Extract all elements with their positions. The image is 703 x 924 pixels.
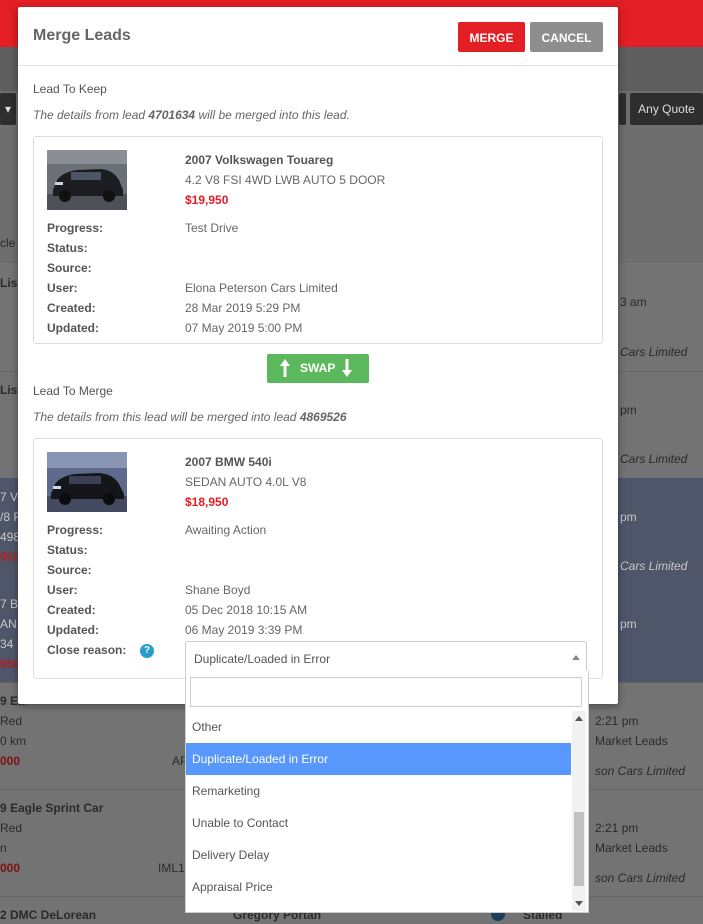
bg-fragment: Cars Limited	[620, 452, 688, 466]
lead-to-keep-card: 2007 Volkswagen Touareg 4.2 V8 FSI 4WD L…	[33, 136, 603, 344]
user-label: User:	[47, 583, 78, 597]
lead-to-merge-card: 2007 BMW 540i SEDAN AUTO 4.0L V8 $18,950…	[33, 438, 603, 679]
scroll-down-icon[interactable]	[575, 901, 583, 906]
scroll-up-icon[interactable]	[575, 716, 583, 721]
car-title: 2007 BMW 540i	[185, 455, 272, 469]
source-label: Source:	[47, 563, 92, 577]
dropdown-option[interactable]: Remarketing	[186, 775, 571, 807]
bg-fragment: AN	[0, 617, 17, 631]
bg-fragment: cle	[0, 236, 16, 250]
bg-fragment: pm	[620, 617, 637, 631]
any-quote-button[interactable]: Any Quote	[630, 93, 703, 125]
arrow-up-icon	[280, 359, 290, 377]
swap-button[interactable]: SWAP	[267, 354, 369, 383]
status-label: Status:	[47, 241, 88, 255]
created-value: 28 Mar 2019 5:29 PM	[185, 301, 301, 315]
dropdown-option[interactable]: Other	[186, 711, 571, 743]
status-label: Status:	[47, 543, 88, 557]
bg-fragment: Market Leads	[595, 734, 668, 748]
progress-value: Awaiting Action	[185, 523, 267, 537]
merge-button[interactable]: MERGE	[458, 22, 525, 52]
bg-fragment: pm	[620, 403, 637, 417]
dropdown-toggle-button[interactable]: ▾	[0, 93, 16, 125]
dropdown-option[interactable]: Appraisal Price	[186, 871, 571, 903]
bg-fragment: 2:21 pm	[595, 714, 639, 728]
user-value: Elona Peterson Cars Limited	[185, 281, 338, 295]
dropdown-scrollbar[interactable]	[572, 711, 586, 911]
swap-label: SWAP	[300, 361, 336, 375]
car-price: $18,950	[185, 495, 229, 509]
lead-to-merge-description: The details from this lead will be merge…	[33, 410, 347, 424]
created-label: Created:	[47, 301, 96, 315]
bg-fragment: Market Leads	[595, 841, 668, 855]
created-label: Created:	[47, 603, 96, 617]
dropdown-option[interactable]: Delivery Delay	[186, 839, 571, 871]
divider	[18, 65, 618, 66]
bg-fragment: Red	[0, 714, 23, 728]
bg-fragment: son Cars Limited	[595, 764, 686, 778]
bg-fragment: Cars Limited	[620, 559, 688, 573]
close-reason-label: Close reason:	[47, 643, 127, 657]
source-label: Source:	[47, 261, 92, 275]
bg-fragment: 2 DMC DeLorean	[0, 908, 97, 922]
car-title: 2007 Volkswagen Touareg	[185, 153, 334, 167]
progress-label: Progress:	[47, 523, 104, 537]
updated-value: 06 May 2019 3:39 PM	[185, 623, 303, 637]
user-label: User:	[47, 281, 78, 295]
dropdown-search-input[interactable]	[190, 677, 582, 707]
dropdown-option[interactable]: Unable to Contact	[186, 807, 571, 839]
car-thumbnail	[47, 452, 127, 512]
bg-fragment: 0 km	[0, 734, 27, 748]
bg-fragment: pm	[620, 510, 637, 524]
caret-up-icon	[572, 655, 580, 660]
arrow-down-icon	[342, 359, 352, 377]
help-icon[interactable]: ?	[140, 644, 154, 658]
bg-fragment: IML1	[158, 861, 185, 875]
bg-fragment: 34	[0, 637, 14, 651]
progress-value: Test Drive	[185, 221, 239, 235]
progress-label: Progress:	[47, 221, 104, 235]
bg-fragment: Cars Limited	[620, 345, 688, 359]
modal-title: Merge Leads	[33, 27, 131, 44]
bg-fragment: 7 V	[0, 490, 19, 504]
close-reason-dropdown: Other Duplicate/Loaded in Error Remarket…	[185, 671, 589, 913]
updated-label: Updated:	[47, 623, 99, 637]
bg-fragment: 000	[0, 754, 21, 768]
close-reason-value: Duplicate/Loaded in Error	[194, 652, 331, 666]
dropdown-option-highlighted[interactable]: Duplicate/Loaded in Error	[186, 743, 571, 775]
bg-fragment: Red	[0, 821, 23, 835]
car-thumbnail	[47, 150, 127, 210]
updated-value: 07 May 2019 5:00 PM	[185, 321, 303, 335]
updated-label: Updated:	[47, 321, 99, 335]
lead-to-keep-heading: Lead To Keep	[33, 82, 107, 96]
created-value: 05 Dec 2018 10:15 AM	[185, 603, 308, 617]
bg-fragment: 000	[0, 861, 21, 875]
cancel-button[interactable]: CANCEL	[530, 22, 603, 52]
lead-to-merge-heading: Lead To Merge	[33, 384, 113, 398]
car-description: SEDAN AUTO 4.0L V8	[185, 475, 307, 489]
bg-fragment: son Cars Limited	[595, 871, 686, 885]
bg-fragment: 3 am	[620, 295, 647, 309]
bg-fragment: 9 Eagle Sprint Car	[0, 801, 104, 815]
bg-fragment: n	[0, 841, 7, 855]
bg-filter-button[interactable]	[619, 93, 626, 125]
merge-leads-modal: Merge Leads MERGE CANCEL Lead To Keep Th…	[18, 7, 618, 704]
user-value: Shane Boyd	[185, 583, 251, 597]
bg-fragment: 2:21 pm	[595, 821, 639, 835]
lead-to-keep-description: The details from lead 4701634 will be me…	[33, 108, 350, 122]
car-price: $19,950	[185, 193, 229, 207]
dropdown-options: Other Duplicate/Loaded in Error Remarket…	[186, 711, 571, 911]
scrollbar-thumb[interactable]	[574, 812, 584, 886]
car-description: 4.2 V8 FSI 4WD LWB AUTO 5 DOOR	[185, 173, 386, 187]
